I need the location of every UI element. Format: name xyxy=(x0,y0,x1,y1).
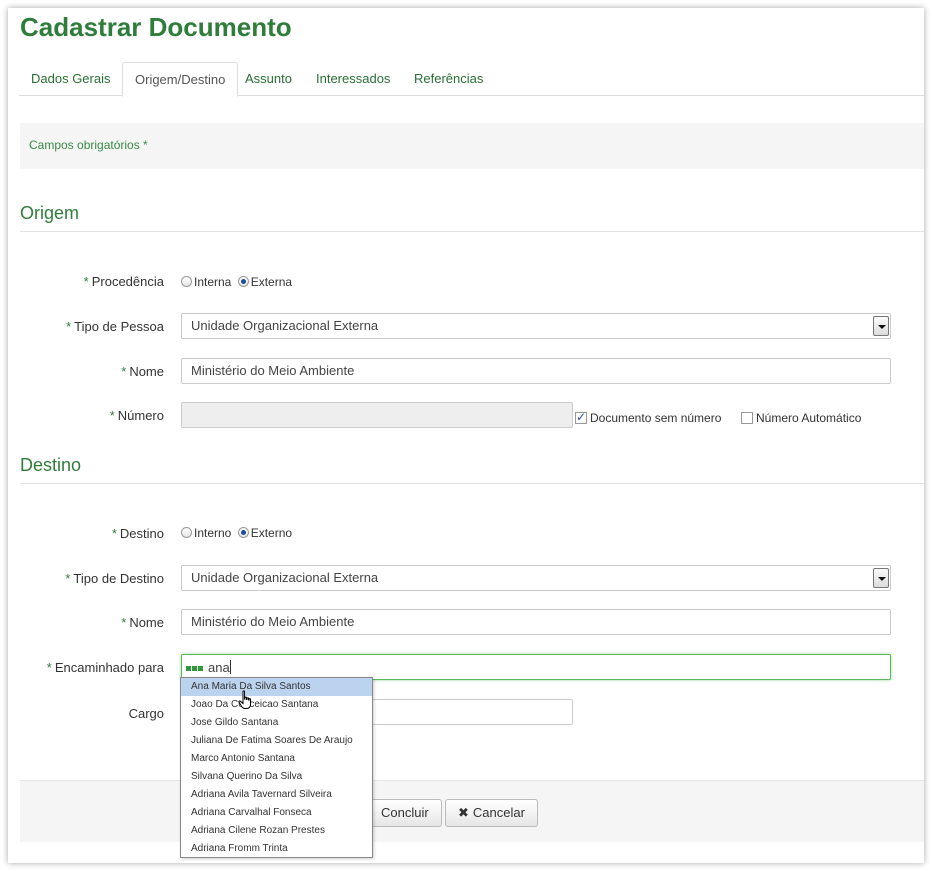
page-title: Cadastrar Documento xyxy=(20,12,292,42)
radio-externo-label: Externo xyxy=(250,526,293,540)
required-star: * xyxy=(111,526,117,541)
radio-externo[interactable] xyxy=(237,527,249,538)
nome-destino-input[interactable]: Ministério do Meio Ambiente xyxy=(181,609,891,635)
radio-externa-label: Externa xyxy=(250,275,293,289)
suggestion-item[interactable]: Adriana Cilene Rozan Prestes xyxy=(181,822,372,840)
required-star: * xyxy=(46,660,52,675)
radio-interno[interactable] xyxy=(181,527,192,538)
suggestion-item[interactable]: Juliana De Fatima Soares De Araujo xyxy=(181,732,372,750)
tab-assunto[interactable]: Assunto xyxy=(233,62,304,96)
chevron-down-icon[interactable] xyxy=(873,316,889,336)
required-star: * xyxy=(83,274,89,289)
page-frame: Cadastrar Documento Dados Gerais Origem/… xyxy=(8,8,924,863)
procedencia-radio-group: Interna Externa xyxy=(181,275,295,289)
autocomplete-dropdown: Ana Maria Da Silva Santos Joao Da Concei… xyxy=(180,677,373,858)
numero-input[interactable] xyxy=(181,402,573,428)
suggestion-item[interactable]: Ana Maria Da Silva Santos xyxy=(181,678,372,696)
tab-dados-gerais[interactable]: Dados Gerais xyxy=(19,62,122,96)
section-divider xyxy=(20,483,924,484)
suggestion-item[interactable]: Jose Gildo Santana xyxy=(181,714,372,732)
tab-referencias[interactable]: Referências xyxy=(402,62,495,96)
suggestion-item[interactable]: Marco Antonio Santana xyxy=(181,750,372,768)
tab-bar: Dados Gerais Origem/Destino Assunto Inte… xyxy=(19,62,924,97)
tab-origem-destino[interactable]: Origem/Destino xyxy=(122,62,239,97)
chevron-down-icon[interactable] xyxy=(873,568,889,588)
cancelar-button[interactable]: ✖ Cancelar xyxy=(445,799,538,827)
documento-sem-numero-checkbox[interactable] xyxy=(575,410,587,424)
suggestion-item[interactable]: Adriana Fromm Trinta xyxy=(181,840,372,858)
nome-origem-input[interactable]: Ministério do Meio Ambiente xyxy=(181,358,891,384)
numero-automatico-option[interactable]: Número Automático xyxy=(741,411,861,425)
radio-externa[interactable] xyxy=(237,276,249,287)
required-star: * xyxy=(109,408,115,423)
tab-interessados[interactable]: Interessados xyxy=(304,62,402,96)
label-numero: * Número xyxy=(109,408,164,423)
label-procedencia: * Procedência xyxy=(83,274,164,289)
required-star: * xyxy=(121,364,127,379)
required-note: Campos obrigatórios * xyxy=(29,138,148,152)
label-encaminhado-para: * Encaminhado para xyxy=(46,660,164,675)
suggestion-item[interactable]: Silvana Querino Da Silva xyxy=(181,768,372,786)
section-divider xyxy=(20,231,924,232)
documento-sem-numero-label: Documento sem número xyxy=(590,411,722,425)
suggestion-item[interactable]: Adriana Carvalhal Fonseca xyxy=(181,804,372,822)
label-cargo: Cargo xyxy=(128,706,164,721)
concluir-button[interactable]: Concluir xyxy=(368,799,442,827)
radio-interno-label: Interno xyxy=(194,526,232,540)
documento-sem-numero-option[interactable]: Documento sem número xyxy=(575,410,722,425)
hand-cursor-icon xyxy=(238,690,251,709)
tipo-pessoa-select[interactable]: Unidade Organizacional Externa xyxy=(181,313,891,339)
required-star: * xyxy=(66,319,72,334)
label-destino: * Destino xyxy=(111,526,164,541)
loading-spinner-icon xyxy=(186,655,204,679)
label-tipo-destino: * Tipo de Destino xyxy=(65,571,164,586)
label-tipo-pessoa: * Tipo de Pessoa xyxy=(66,319,164,334)
numero-automatico-checkbox[interactable] xyxy=(741,412,753,424)
suggestion-item[interactable]: Adriana Avila Tavernard Silveira xyxy=(181,786,372,804)
section-title-origem: Origem xyxy=(20,203,80,223)
required-star: * xyxy=(121,615,127,630)
radio-interna-label: Interna xyxy=(194,275,232,289)
form-actions-bar: Concluir ✖ Cancelar xyxy=(20,780,924,842)
numero-automatico-label: Número Automático xyxy=(756,411,862,425)
required-star: * xyxy=(65,571,71,586)
suggestion-item[interactable]: Joao Da Conceicao Santana xyxy=(181,696,372,714)
text-caret xyxy=(229,660,231,674)
tipo-pessoa-value: Unidade Organizacional Externa xyxy=(191,318,379,333)
destino-radio-group: Interno Externo xyxy=(181,526,295,540)
tipo-destino-value: Unidade Organizacional Externa xyxy=(191,570,379,585)
section-title-destino: Destino xyxy=(20,455,82,475)
tipo-destino-select[interactable]: Unidade Organizacional Externa xyxy=(181,565,891,591)
required-note-bar: Campos obrigatórios * xyxy=(20,123,924,169)
radio-interna[interactable] xyxy=(181,276,192,287)
label-nome-destino: * Nome xyxy=(121,615,164,630)
close-icon: ✖ xyxy=(458,805,469,820)
encaminhado-para-value: ana xyxy=(208,660,230,675)
label-nome-origem: * Nome xyxy=(121,364,164,379)
